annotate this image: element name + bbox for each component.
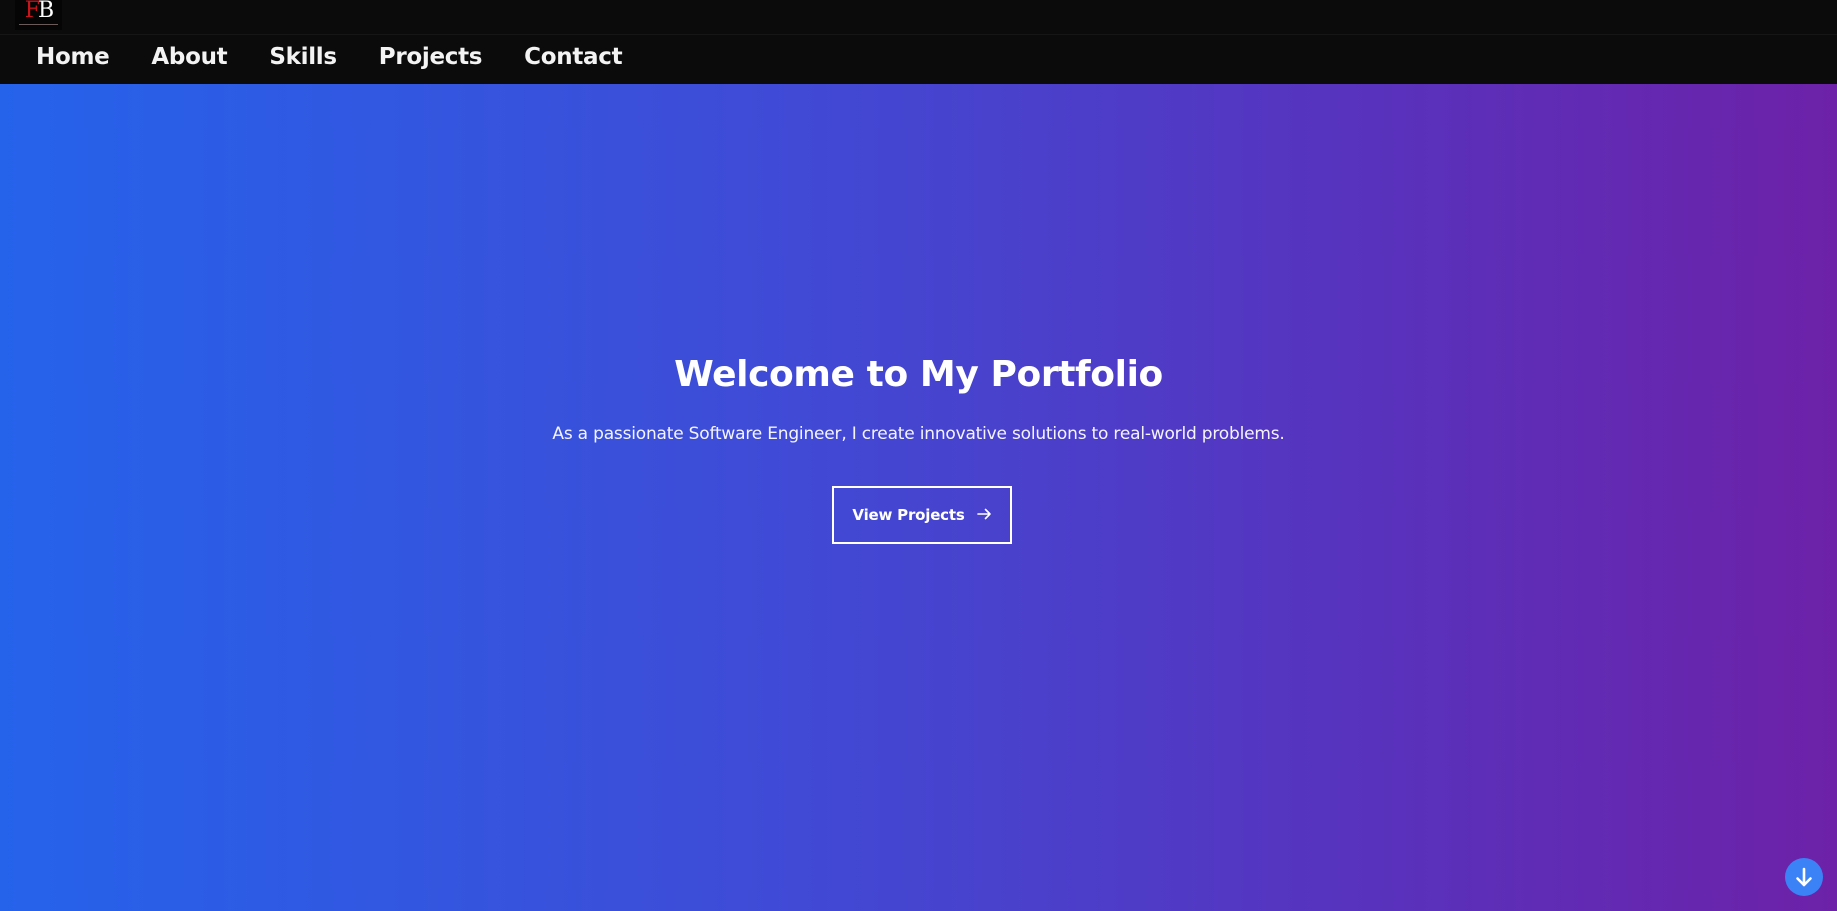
nav-item-contact[interactable]: Contact (524, 42, 622, 72)
site-header: FB Home About Skills Projects Contact (0, 0, 1837, 84)
logo-monogram: FB (24, 0, 54, 23)
hero-title: Welcome to My Portfolio (674, 354, 1163, 395)
logo-underline (19, 24, 58, 25)
arrow-right-icon (976, 507, 992, 523)
nav-item-skills[interactable]: Skills (269, 42, 337, 72)
view-projects-label: View Projects (852, 506, 965, 524)
nav-divider (0, 34, 1837, 35)
site-logo[interactable]: FB (15, 0, 62, 30)
nav-item-projects[interactable]: Projects (379, 42, 483, 72)
hero-section: Welcome to My Portfolio As a passionate … (0, 84, 1837, 911)
scroll-down-button[interactable] (1785, 858, 1823, 896)
nav-item-home[interactable]: Home (36, 42, 110, 72)
hero-subtitle: As a passionate Software Engineer, I cre… (552, 424, 1285, 444)
view-projects-button[interactable]: View Projects (832, 486, 1012, 544)
nav-item-about[interactable]: About (151, 42, 227, 72)
arrow-down-icon (1793, 866, 1815, 888)
main-nav: Home About Skills Projects Contact (36, 42, 623, 72)
